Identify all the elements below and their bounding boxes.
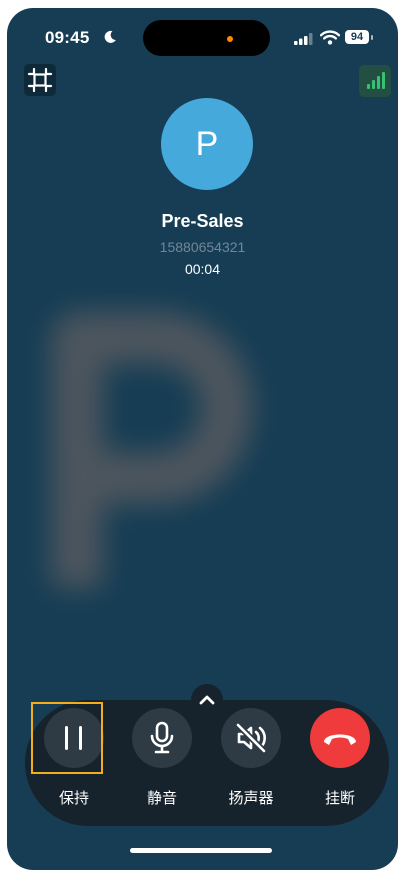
minimize-call-button[interactable] xyxy=(24,64,56,96)
signal-quality-icon xyxy=(367,72,385,89)
speaker-muted-icon xyxy=(235,722,267,754)
mute-button[interactable] xyxy=(132,708,192,768)
caller-avatar: P xyxy=(161,98,253,190)
moon-icon xyxy=(104,30,116,43)
status-time: 09:45 xyxy=(45,28,90,47)
speaker-button[interactable] xyxy=(221,708,281,768)
battery-cap xyxy=(371,35,373,40)
caller-number: 15880654321 xyxy=(159,239,246,255)
mute-label: 静音 xyxy=(146,790,177,807)
caller-name: Pre-Sales xyxy=(161,211,244,231)
chevron-up-icon xyxy=(199,695,215,705)
microphone-icon xyxy=(150,721,174,754)
home-indicator[interactable] xyxy=(130,848,272,853)
status-bar: 09:45 94 xyxy=(7,8,398,66)
speaker-label: 扬声器 xyxy=(228,790,274,807)
hold-label: 保持 xyxy=(58,790,89,807)
wifi-icon xyxy=(320,30,340,45)
background-watermark xyxy=(51,312,253,588)
call-duration: 00:04 xyxy=(184,261,221,277)
cellular-signal-icon xyxy=(294,33,313,45)
hang-up-icon xyxy=(324,734,356,745)
dynamic-island xyxy=(143,20,270,56)
battery-indicator: 94 xyxy=(345,30,369,44)
call-quality-button[interactable] xyxy=(359,65,391,97)
minimize-icon xyxy=(27,67,53,93)
hold-button-highlight xyxy=(31,702,103,774)
hang-up-button[interactable] xyxy=(310,708,370,768)
expand-controls-button[interactable] xyxy=(191,684,223,716)
hang-up-label: 挂断 xyxy=(324,790,355,807)
